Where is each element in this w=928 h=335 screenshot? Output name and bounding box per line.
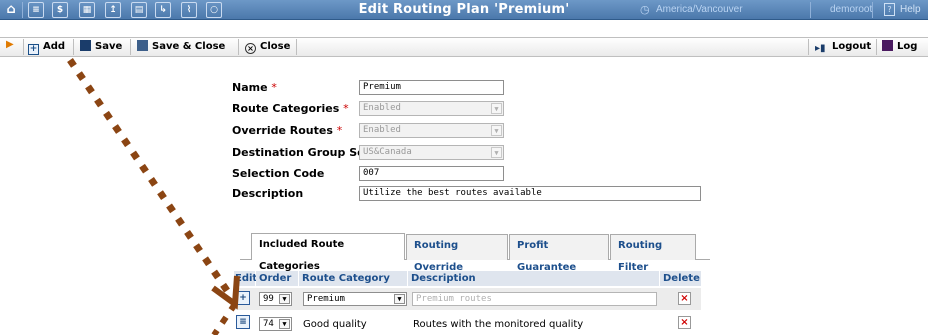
destination-group-set-label: Destination Group Set * bbox=[232, 146, 379, 159]
name-input[interactable]: Premium bbox=[359, 80, 504, 95]
customers-icon[interactable]: ▤ bbox=[131, 2, 147, 18]
override-routes-select[interactable]: Enabled ▼ bbox=[359, 123, 504, 138]
order-value: 74 bbox=[263, 319, 274, 329]
toolbar-divider bbox=[22, 2, 23, 18]
route-categories-value: Enabled bbox=[363, 103, 401, 113]
timezone-link[interactable]: America/Vancouver bbox=[656, 0, 743, 20]
list-icon[interactable]: ≡ bbox=[28, 2, 44, 18]
help-link[interactable]: Help bbox=[900, 0, 921, 20]
annotation-arrow-tail bbox=[211, 302, 238, 335]
description-label: Description bbox=[232, 187, 304, 200]
chevron-down-icon: ▼ bbox=[491, 147, 502, 158]
save-button[interactable]: Save bbox=[80, 38, 122, 56]
header-edit: Edit bbox=[234, 271, 258, 286]
edit-icon[interactable]: ≡ bbox=[236, 315, 250, 329]
order-select[interactable]: 74 ▼ bbox=[259, 317, 292, 331]
selection-code-label: Selection Code bbox=[232, 167, 325, 180]
delete-icon[interactable]: × bbox=[678, 316, 691, 329]
logout-icon: ▸▮ bbox=[815, 43, 826, 54]
destination-group-set-value: US&Canada bbox=[363, 147, 412, 157]
route-category-select[interactable]: Premium ▼ bbox=[303, 292, 407, 306]
accounts-icon[interactable]: ▦ bbox=[79, 2, 95, 18]
tab-profit-guarantee[interactable]: Profit Guarantee bbox=[509, 234, 609, 273]
destination-group-set-label-text: Destination Group Set bbox=[232, 146, 370, 159]
header-route-category: Route Category bbox=[299, 271, 407, 286]
add-label: Add bbox=[43, 41, 66, 52]
selection-code-input[interactable]: 007 bbox=[359, 166, 504, 181]
toolbar-divider bbox=[73, 39, 74, 55]
user-link[interactable]: demoroot bbox=[830, 0, 872, 20]
close-button[interactable]: × Close bbox=[245, 38, 290, 56]
route-categories-label-text: Route Categories bbox=[232, 102, 340, 115]
toolbar-divider bbox=[130, 39, 131, 55]
add-row-icon[interactable]: + bbox=[236, 291, 250, 305]
header-description: Description bbox=[408, 271, 659, 286]
required-mark: * bbox=[343, 102, 349, 115]
annotation-arrow-line bbox=[67, 58, 233, 297]
log-button[interactable]: Log bbox=[882, 38, 917, 56]
play-icon[interactable]: ▶ bbox=[6, 39, 14, 50]
delete-icon[interactable]: × bbox=[678, 292, 691, 305]
upload-icon[interactable]: ↥ bbox=[105, 2, 121, 18]
tab-included-route-categories[interactable]: Included Route Categories bbox=[251, 233, 405, 272]
search-icon[interactable]: ○ bbox=[206, 2, 222, 18]
log-icon bbox=[882, 40, 893, 51]
tab-routing-override[interactable]: Routing Override bbox=[406, 234, 508, 273]
save-icon bbox=[80, 40, 91, 51]
toolbar-divider bbox=[296, 39, 297, 55]
toolbar-divider bbox=[23, 39, 24, 55]
header-order: Order bbox=[256, 271, 298, 286]
route-icon[interactable]: ↳ bbox=[155, 2, 171, 18]
help-icon[interactable]: ? bbox=[884, 3, 895, 16]
route-categories-label: Route Categories * bbox=[232, 102, 349, 115]
override-routes-value: Enabled bbox=[363, 125, 401, 135]
required-mark: * bbox=[336, 124, 343, 137]
add-button[interactable]: + Add bbox=[28, 38, 65, 56]
save-close-button[interactable]: Save & Close bbox=[137, 38, 225, 56]
add-icon: + bbox=[28, 44, 39, 55]
override-routes-label-text: Override Routes bbox=[232, 124, 333, 137]
name-label: Name * bbox=[232, 81, 277, 94]
destination-group-set-select[interactable]: US&Canada ▼ bbox=[359, 145, 504, 160]
toolbar-divider bbox=[876, 39, 877, 55]
chevron-down-icon: ▼ bbox=[491, 103, 502, 114]
chevron-down-icon: ▼ bbox=[491, 125, 502, 136]
toolbar-divider bbox=[238, 39, 239, 55]
description-cell: Routes with the monitored quality bbox=[413, 319, 584, 330]
route-category-value: Premium bbox=[307, 294, 345, 304]
chevron-down-icon: ▼ bbox=[279, 319, 290, 329]
logout-label: Logout bbox=[832, 41, 872, 52]
chart-icon[interactable]: ⌇ bbox=[181, 2, 197, 18]
name-label-text: Name bbox=[232, 81, 268, 94]
tab-routing-filter[interactable]: Routing Filter bbox=[610, 234, 696, 273]
action-toolbar: ▶ + Add Save Save & Close × Close ▸▮ Logout… bbox=[0, 37, 928, 57]
toolbar-divider bbox=[872, 2, 873, 18]
required-mark: * bbox=[271, 81, 277, 94]
clock-icon: ◷ bbox=[640, 3, 650, 16]
dollar-icon[interactable]: $ bbox=[52, 2, 68, 18]
save-close-icon bbox=[137, 40, 148, 51]
home-icon[interactable]: ⌂ bbox=[3, 2, 19, 18]
order-select[interactable]: 99 ▼ bbox=[259, 292, 292, 306]
route-categories-select[interactable]: Enabled ▼ bbox=[359, 101, 504, 116]
override-routes-label: Override Routes * bbox=[232, 124, 342, 137]
header-delete: Delete bbox=[660, 271, 701, 286]
logout-button[interactable]: ▸▮ Logout bbox=[815, 38, 871, 56]
save-label: Save bbox=[95, 41, 123, 52]
chevron-down-icon: ▼ bbox=[279, 294, 290, 304]
route-category-cell: Good quality bbox=[303, 319, 367, 330]
close-label: Close bbox=[260, 41, 291, 52]
top-bar: ⌂ ≡ $ ▦ ↥ ▤ ↳ ⌇ ○ Edit Routing Plan 'Pre… bbox=[0, 0, 928, 20]
close-icon: × bbox=[245, 43, 256, 54]
toolbar-divider bbox=[808, 39, 809, 55]
toolbar-divider bbox=[810, 2, 811, 18]
description-placeholder-input[interactable]: Premium routes bbox=[412, 292, 657, 306]
chevron-down-icon: ▼ bbox=[394, 294, 405, 304]
save-close-label: Save & Close bbox=[152, 41, 226, 52]
order-value: 99 bbox=[263, 294, 274, 304]
description-input[interactable]: Utilize the best routes available bbox=[359, 186, 701, 201]
log-label: Log bbox=[897, 41, 918, 52]
